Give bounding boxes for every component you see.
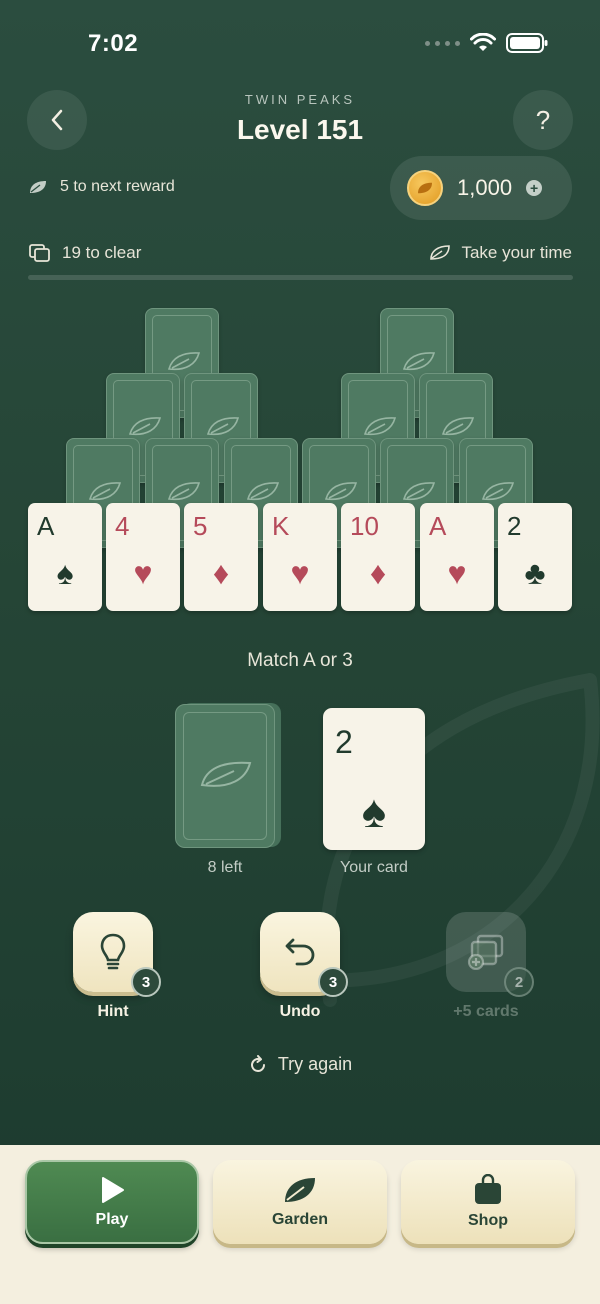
pace-indicator: Take your time <box>429 243 572 263</box>
refresh-icon <box>250 1054 265 1072</box>
card-rank: 4 <box>115 511 130 541</box>
playable-card[interactable]: 5 ♦ <box>184 503 258 611</box>
help-button[interactable]: ? <box>513 90 573 150</box>
stock-count: 8 left <box>207 859 243 876</box>
play-icon <box>102 1177 124 1203</box>
try-again-label: Try again <box>277 1054 353 1074</box>
playable-card[interactable]: 2 ♣ <box>498 503 572 611</box>
match-hint: Match A or 3 <box>247 650 353 671</box>
hint-label: Hint <box>97 1003 129 1020</box>
playable-card[interactable]: 10 ♦ <box>341 503 415 611</box>
status-time: 7:02 <box>88 30 139 57</box>
add-cards-icon <box>467 934 504 970</box>
help-label: ? <box>535 104 551 135</box>
status-icons <box>425 33 548 53</box>
waste-label: Your card <box>340 859 408 876</box>
card-suit-icon: ♥ <box>447 555 467 591</box>
clear-progress-bar <box>28 275 573 280</box>
card-suit-icon: ♣ <box>524 555 546 591</box>
reward-progress: 5 to next reward <box>28 178 175 196</box>
playable-card[interactable]: K ♥ <box>263 503 337 611</box>
level-subtitle: TWIN PEAKS <box>244 92 356 107</box>
card-rank: 10 <box>350 511 379 541</box>
playable-card[interactable]: 4 ♥ <box>106 503 180 611</box>
add-cards-label: +5 cards <box>453 1003 519 1020</box>
card-rank: 5 <box>193 511 208 541</box>
pace-text: Take your time <box>461 243 572 262</box>
nav-shop-label: Shop <box>468 1212 508 1229</box>
waste-card: 2 ♠ <box>323 708 425 850</box>
playable-card[interactable]: A ♥ <box>420 503 494 611</box>
lightbulb-icon <box>100 933 126 970</box>
undo-count-badge: 3 <box>318 967 348 997</box>
nav-play-label: Play <box>95 1211 129 1228</box>
nav-garden-label: Garden <box>271 1211 328 1228</box>
leaf-icon <box>30 181 46 193</box>
card-rank: A <box>429 511 447 541</box>
coin-amount: 1,000 <box>457 175 513 200</box>
card-rank: K <box>272 511 290 541</box>
card-suit-icon: ♦ <box>369 555 387 591</box>
cards-icon <box>29 244 50 262</box>
bag-icon <box>475 1174 501 1204</box>
nav-play-button[interactable]: Play <box>25 1160 199 1244</box>
card-suit-icon: ♠ <box>56 555 74 591</box>
signal-icon <box>425 40 460 46</box>
wifi-icon <box>470 33 496 51</box>
to-clear-text: 19 to clear <box>62 243 142 262</box>
leaf-icon <box>285 1178 315 1202</box>
undo-icon <box>285 938 315 966</box>
card-suit-icon: ♥ <box>290 555 310 591</box>
reward-text: 5 to next reward <box>60 178 175 195</box>
nav-shop-button[interactable]: Shop <box>401 1160 575 1244</box>
level-title: Level 151 <box>236 114 364 145</box>
waste-rank: 2 <box>335 724 353 760</box>
card-rank: 2 <box>507 511 522 541</box>
try-again-button[interactable]: Try again <box>0 1054 600 1075</box>
add-cards-count-badge: 2 <box>504 967 534 997</box>
hint-count-badge: 3 <box>131 967 161 997</box>
stock-pile[interactable] <box>175 704 275 848</box>
card-suit-icon: ♥ <box>133 555 153 591</box>
playable-card[interactable]: A ♠ <box>28 503 102 611</box>
card-rank: A <box>37 511 55 541</box>
card-suit-icon: ♦ <box>212 555 230 591</box>
battery-icon <box>506 33 548 53</box>
nav-garden-button[interactable]: Garden <box>213 1160 387 1244</box>
undo-label: Undo <box>279 1003 321 1020</box>
spade-icon: ♠ <box>361 785 387 837</box>
cards-to-clear: 19 to clear <box>28 243 141 263</box>
leaf-icon <box>200 761 252 787</box>
add-coins-icon[interactable]: + <box>526 180 543 196</box>
coin-icon <box>407 170 443 206</box>
leaf-outline-icon <box>430 245 451 260</box>
coin-balance[interactable]: 1,000 + <box>390 156 572 220</box>
